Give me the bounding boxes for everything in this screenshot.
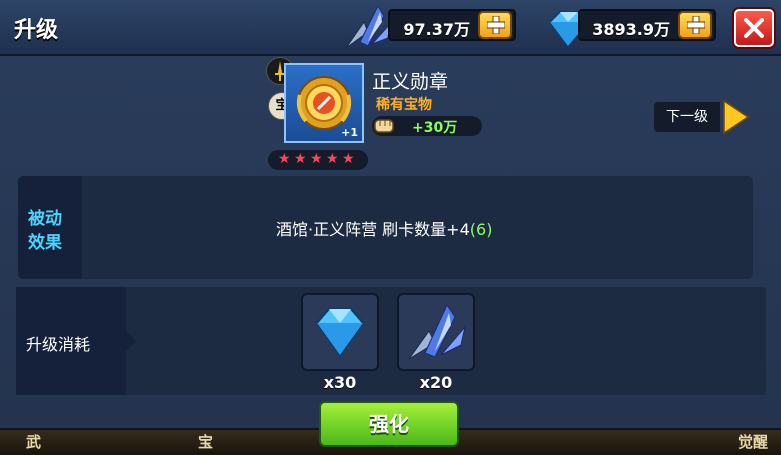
diamond-counter: 3893.9万: [578, 9, 716, 41]
passive-highlight-value: (6): [469, 220, 493, 239]
passive-description: 酒馆·正义阵营 刷卡数量+4: [276, 220, 470, 239]
close-icon: [744, 18, 764, 38]
item-level-badge: +1: [341, 126, 358, 139]
plus-icon: [687, 16, 705, 34]
fist-icon: [374, 119, 394, 133]
passive-effect-text: 酒馆·正义阵营 刷卡数量+4(6): [276, 216, 492, 240]
star-icon: ★: [326, 151, 339, 167]
background-tab-treasure: 宝: [198, 433, 214, 451]
upgrade-cost-label: 升级消耗: [16, 287, 136, 395]
crystal-icon: [345, 4, 391, 49]
item-name: 正义勋章: [372, 71, 449, 93]
cost-item-crystal[interactable]: [397, 293, 475, 371]
power-value: +30万: [412, 120, 458, 136]
passive-label-line1: 被动: [28, 209, 62, 229]
crystal-counter: 97.37万: [388, 9, 516, 41]
passive-effect-box: 被动 效果 酒馆·正义阵营 刷卡数量+4(6): [18, 176, 753, 279]
upgrade-cost-label-text: 升级消耗: [26, 335, 91, 354]
cost-qty-diamond: x30: [323, 373, 357, 392]
next-level-label: 下一级: [654, 102, 720, 132]
add-diamond-button[interactable]: [678, 11, 712, 39]
passive-effect-label: 被动 效果: [18, 176, 82, 279]
add-crystal-button[interactable]: [478, 11, 512, 39]
page-title: 升级: [14, 18, 59, 43]
star-icon: ★: [310, 151, 323, 167]
star-icon: ★: [278, 151, 291, 167]
power-indicator: +30万: [372, 116, 482, 136]
crystal-icon: [408, 303, 466, 360]
cost-qty-crystal: x20: [419, 373, 453, 392]
crystal-amount: 97.37万: [403, 20, 470, 39]
item-icon-frame[interactable]: +1: [284, 63, 364, 143]
arrow-right-icon: [723, 99, 750, 135]
item-rarity: 稀有宝物: [376, 97, 432, 113]
enhance-button[interactable]: 强化: [319, 401, 459, 447]
close-button[interactable]: [734, 9, 774, 47]
diamond-amount: 3893.9万: [592, 20, 670, 39]
passive-label-line2: 效果: [28, 233, 62, 253]
cost-item-diamond[interactable]: [301, 293, 379, 371]
background-tab-awaken: 觉醒: [738, 433, 769, 451]
star-icon: ★: [342, 151, 355, 167]
upgrade-panel: 升级 97.37万 3893.9万 宝 +1 ★ ★ ★ ★ ★ 正义勋章 稀有…: [0, 0, 781, 447]
star-icon: ★: [294, 151, 307, 167]
upgrade-cost-box: 升级消耗 x30 x20: [16, 287, 766, 395]
background-tab-weapon: 武: [26, 433, 42, 451]
header-bar: 升级 97.37万 3893.9万: [0, 0, 781, 56]
diamond-icon: [315, 308, 365, 357]
plus-icon: [487, 16, 505, 34]
next-level-button[interactable]: 下一级: [654, 99, 750, 135]
star-rating: ★ ★ ★ ★ ★: [268, 150, 368, 170]
